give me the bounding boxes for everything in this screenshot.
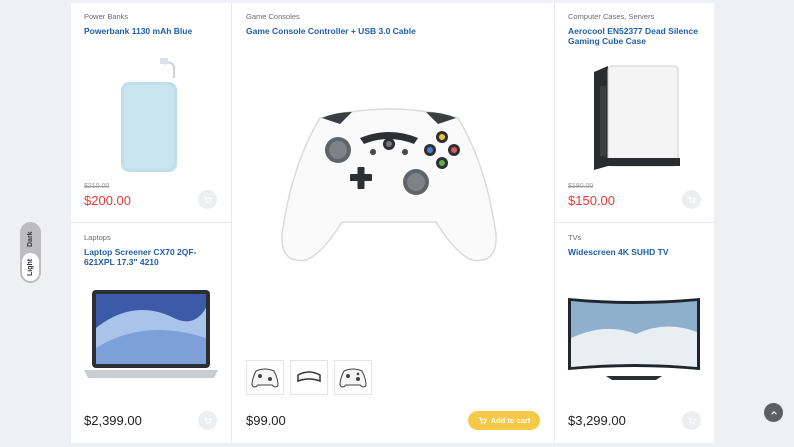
price: $2,399.00 [84, 413, 142, 428]
old-price: $180.00 [568, 183, 594, 190]
cart-icon [203, 196, 212, 204]
product-image[interactable] [566, 292, 702, 384]
scroll-to-top-button[interactable] [764, 403, 783, 422]
cart-icon [687, 196, 696, 204]
add-to-cart-button[interactable] [198, 190, 217, 209]
product-card-laptop[interactable]: Laptops Laptop Screener CX70 2QF-621XPL … [84, 233, 224, 267]
theme-toggle[interactable]: Dark Light [20, 222, 41, 283]
product-card-powerbank[interactable]: Power Banks Powerbank 1130 mAh Blue [84, 12, 224, 36]
product-thumbnail[interactable] [334, 360, 372, 395]
grid-divider [554, 3, 555, 443]
light-mode-label: Light [27, 258, 34, 276]
add-to-cart-label: Add to cart [490, 416, 531, 425]
product-image[interactable] [108, 56, 188, 178]
dark-mode-option[interactable]: Dark [20, 226, 41, 252]
product-title[interactable]: Widescreen 4K SUHD TV [568, 247, 708, 257]
grid-divider [231, 3, 232, 443]
product-category[interactable]: Game Consoles [246, 12, 546, 21]
light-mode-option[interactable]: Light [22, 253, 39, 281]
product-image[interactable] [84, 288, 218, 382]
grid-divider [555, 222, 714, 223]
grid-divider [71, 222, 231, 223]
product-title[interactable]: Game Console Controller + USB 3.0 Cable [246, 26, 546, 36]
product-category[interactable]: Power Banks [84, 12, 224, 21]
price: $200.00 [84, 193, 131, 208]
product-title[interactable]: Powerbank 1130 mAh Blue [84, 26, 224, 36]
product-image[interactable] [584, 62, 688, 174]
price: $150.00 [568, 193, 615, 208]
product-category[interactable]: Computer Cases, Servers [568, 12, 708, 21]
product-card-tv[interactable]: TVs Widescreen 4K SUHD TV [568, 233, 708, 257]
add-to-cart-button[interactable]: Add to cart [468, 411, 540, 430]
chevron-up-icon [770, 410, 777, 415]
add-to-cart-button[interactable] [198, 411, 217, 430]
cart-icon [478, 417, 487, 425]
price: $99.00 [246, 413, 286, 428]
product-title[interactable]: Laptop Screener CX70 2QF-621XPL 17.3" 42… [84, 247, 224, 267]
product-category[interactable]: Laptops [84, 233, 224, 242]
product-title[interactable]: Aerocool EN52377 Dead Silence Gaming Cub… [568, 26, 708, 46]
product-thumbnail[interactable] [246, 360, 284, 395]
product-category[interactable]: TVs [568, 233, 708, 242]
add-to-cart-button[interactable] [682, 411, 701, 430]
old-price: $210.00 [84, 183, 110, 190]
product-thumbnail[interactable] [290, 360, 328, 395]
add-to-cart-button[interactable] [682, 190, 701, 209]
product-card-pc-case[interactable]: Computer Cases, Servers Aerocool EN52377… [568, 12, 708, 46]
price: $3,299.00 [568, 413, 626, 428]
cart-icon [687, 417, 696, 425]
product-card-controller[interactable]: Game Consoles Game Console Controller + … [246, 12, 546, 36]
cart-icon [203, 417, 212, 425]
product-image[interactable] [276, 104, 502, 266]
